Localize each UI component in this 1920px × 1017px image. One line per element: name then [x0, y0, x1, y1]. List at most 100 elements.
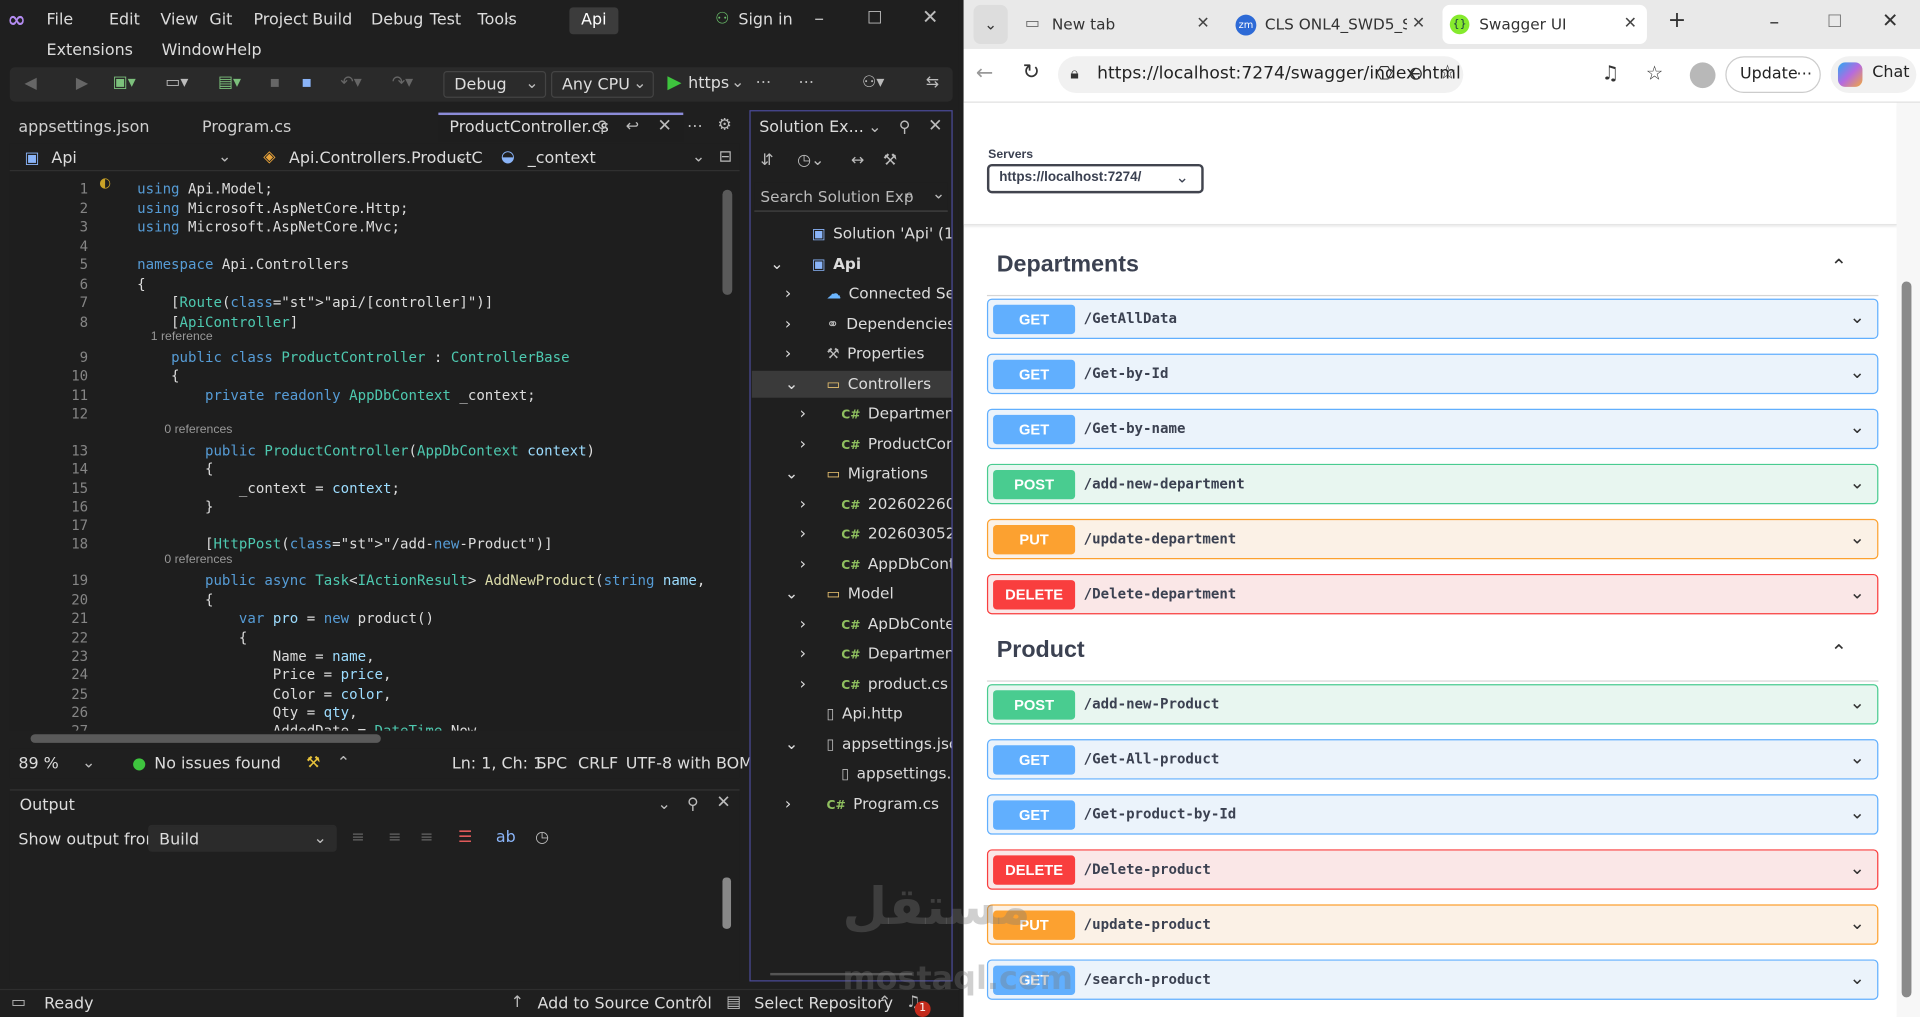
line-ending[interactable]: CRLF [578, 755, 618, 773]
favorites-icon[interactable]: ☆ [1646, 63, 1664, 84]
back-icon[interactable]: ◀ [24, 75, 36, 95]
tree-item-deps[interactable]: ⚭ Dependencies [827, 314, 952, 332]
platform-dropdown[interactable]: Any CPU ⌄ [551, 70, 654, 98]
tab-new-tab[interactable]: ▭ New tab ✕ [1018, 5, 1220, 44]
menu-build[interactable]: Build [312, 11, 352, 29]
tree-item-file[interactable]: ▯ appsettings.De [841, 764, 951, 782]
menu-view[interactable]: View [160, 11, 198, 29]
endpoint-search-product[interactable]: GET/search-product ⌄ [986, 959, 1879, 1000]
chevron-right-icon[interactable]: › [785, 285, 791, 303]
prev-icon[interactable]: ≡ [388, 829, 401, 849]
maximize-icon[interactable]: ☐ [867, 9, 882, 29]
open-icon[interactable]: ▤▾ [218, 73, 241, 93]
add-item-icon[interactable]: ▭▾ [165, 73, 188, 93]
close-icon[interactable]: ✕ [922, 7, 938, 27]
chevron-right-icon[interactable]: › [800, 405, 806, 423]
configuration-dropdown[interactable]: Debug ⌄ [443, 70, 547, 98]
chevron-down-icon[interactable]: ⌄ [1850, 361, 1865, 383]
next-icon[interactable]: ≡ [420, 829, 433, 849]
close-icon[interactable]: ✕ [1882, 10, 1898, 31]
save-icon[interactable]: ▪ [269, 73, 280, 93]
endpoint-delete-product[interactable]: DELETE/Delete-product ⌄ [986, 849, 1879, 890]
overflow-icon[interactable]: ⋯ [798, 73, 814, 93]
menu-git[interactable]: Git [209, 11, 232, 29]
tree-item-cs[interactable]: C# 202603052355 [841, 524, 951, 542]
chevron-down-icon[interactable]: ⌄ [658, 795, 671, 815]
chevron-right-icon[interactable]: › [785, 315, 791, 333]
history-icon[interactable]: ◷⌄ [797, 152, 824, 172]
chevron-down-icon[interactable]: ⌄ [731, 73, 744, 93]
undo-icon[interactable]: ↶▾ [340, 73, 361, 93]
chevron-down-icon[interactable]: ⌄ [692, 148, 705, 168]
chevron-right-icon[interactable]: › [785, 795, 791, 813]
menu-test[interactable]: Test [430, 11, 461, 29]
endpoint-get-by-name[interactable]: GET/Get-by-name ⌄ [986, 408, 1879, 450]
endpoint-getalldata[interactable]: GET/GetAllData ⌄ [986, 298, 1879, 339]
encoding[interactable]: UTF-8 with BOM [626, 755, 753, 773]
clock-icon[interactable]: ◷ [535, 829, 549, 849]
chevron-right-icon[interactable]: › [800, 435, 806, 453]
chevron-down-icon[interactable]: ⌄ [770, 255, 783, 273]
select-repository[interactable]: Select Repository [754, 995, 893, 1013]
chevron-down-icon[interactable]: ⌄ [1850, 912, 1865, 934]
close-tab-icon[interactable]: ✕ [1624, 15, 1637, 35]
output-source-dropdown[interactable]: Build ⌄ [148, 824, 337, 852]
close-tab-icon[interactable]: ✕ [1412, 15, 1425, 35]
wrench-icon[interactable]: ⚒ [883, 152, 897, 172]
nav-class[interactable]: Api.Controllers.ProductC [289, 149, 483, 167]
nav-member[interactable]: _context [528, 149, 596, 167]
lightbulb-icon[interactable]: ◐ [99, 174, 111, 194]
server-select[interactable]: https://localhost:7274/ ⌄ [986, 163, 1204, 194]
align-icon[interactable]: ≡ [351, 829, 364, 849]
close-icon[interactable]: ✕ [716, 793, 730, 813]
new-project-icon[interactable]: ▣▾ [113, 73, 136, 93]
endpoint-get-by-id[interactable]: GET/Get-by-Id ⌄ [986, 353, 1879, 395]
close-tab-icon[interactable]: ✕ [658, 116, 672, 136]
minimize-icon[interactable]: – [1769, 12, 1779, 32]
tree-item-cs[interactable]: C# DepartmentsC [841, 404, 951, 422]
tree-item-cs[interactable]: C# product.cs [841, 674, 951, 692]
close-icon[interactable]: ✕ [928, 116, 942, 136]
nav-project[interactable]: Api [51, 149, 76, 167]
maximize-icon[interactable]: ☐ [1827, 12, 1842, 32]
tab-productcontroller[interactable]: ProductController.cs [449, 119, 608, 137]
chevron-right-icon[interactable]: › [800, 615, 806, 633]
brush-icon[interactable]: ⚒ [306, 754, 320, 774]
chevron-down-icon[interactable]: ⌄ [1850, 967, 1865, 989]
chevron-up-icon[interactable]: ⌃ [337, 754, 350, 774]
chevron-up-icon[interactable]: ⌃ [693, 994, 706, 1014]
tab-swagger[interactable]: {} Swagger UI ✕ [1442, 4, 1647, 45]
media-icon[interactable]: ♫ [1602, 63, 1620, 84]
swap-icon[interactable]: ↔ [851, 152, 864, 172]
menu-tools[interactable]: Tools [478, 11, 517, 29]
zoom-icon[interactable]: ⊖ [1408, 64, 1423, 84]
page-scrollbar[interactable] [1901, 281, 1912, 998]
menu-file[interactable]: File [47, 11, 74, 29]
chevron-down-icon[interactable]: ⌄ [1850, 526, 1865, 548]
chevron-right-icon[interactable]: › [800, 525, 806, 543]
pin-icon[interactable]: ⚲ [899, 119, 911, 139]
horizontal-scrollbar[interactable] [30, 734, 381, 743]
chevron-down-icon[interactable]: ⌄ [1850, 581, 1865, 603]
collapse-chevron-icon[interactable]: ⌃ [1831, 640, 1847, 663]
copilot-chat-button[interactable]: Chat [1830, 56, 1917, 94]
back-arrow-icon[interactable]: ↩ [626, 117, 639, 137]
chevron-down-icon[interactable]: ⌄ [1850, 857, 1865, 879]
tree-item-file[interactable]: ▯ Api.http [827, 704, 952, 722]
tree-item-cs[interactable]: C# AppDbContex [841, 554, 951, 572]
sign-in-link[interactable]: Sign in [738, 11, 792, 29]
tree-item-sln[interactable]: ▣ Solution 'Api' (1 of 1 [812, 224, 952, 242]
tree-item-cs[interactable]: C# Program.cs [827, 794, 952, 812]
zoom-level[interactable]: 89 % [18, 755, 58, 773]
split-icon[interactable]: ⊟ [719, 148, 732, 168]
pin-icon[interactable]: ⚲ [596, 119, 608, 139]
tree-item-folder[interactable]: ▭ Controllers [827, 374, 952, 392]
endpoint-update-product[interactable]: PUT/update-product ⌄ [986, 904, 1879, 945]
more-icon[interactable]: ⋯ [756, 73, 772, 93]
tree-item-cs[interactable]: C# ApDbContext. [841, 614, 951, 632]
code-editor[interactable]: 1 using Api.Model; 2 using Microsoft.AspNet… [9, 171, 740, 731]
tree-item-wrench[interactable]: ⚒ Properties [827, 344, 952, 362]
favorite-star-icon[interactable]: ☆ [1439, 62, 1457, 82]
menu-edit[interactable]: Edit [109, 11, 140, 29]
tab-appsettings-json[interactable]: appsettings.json [18, 119, 149, 137]
